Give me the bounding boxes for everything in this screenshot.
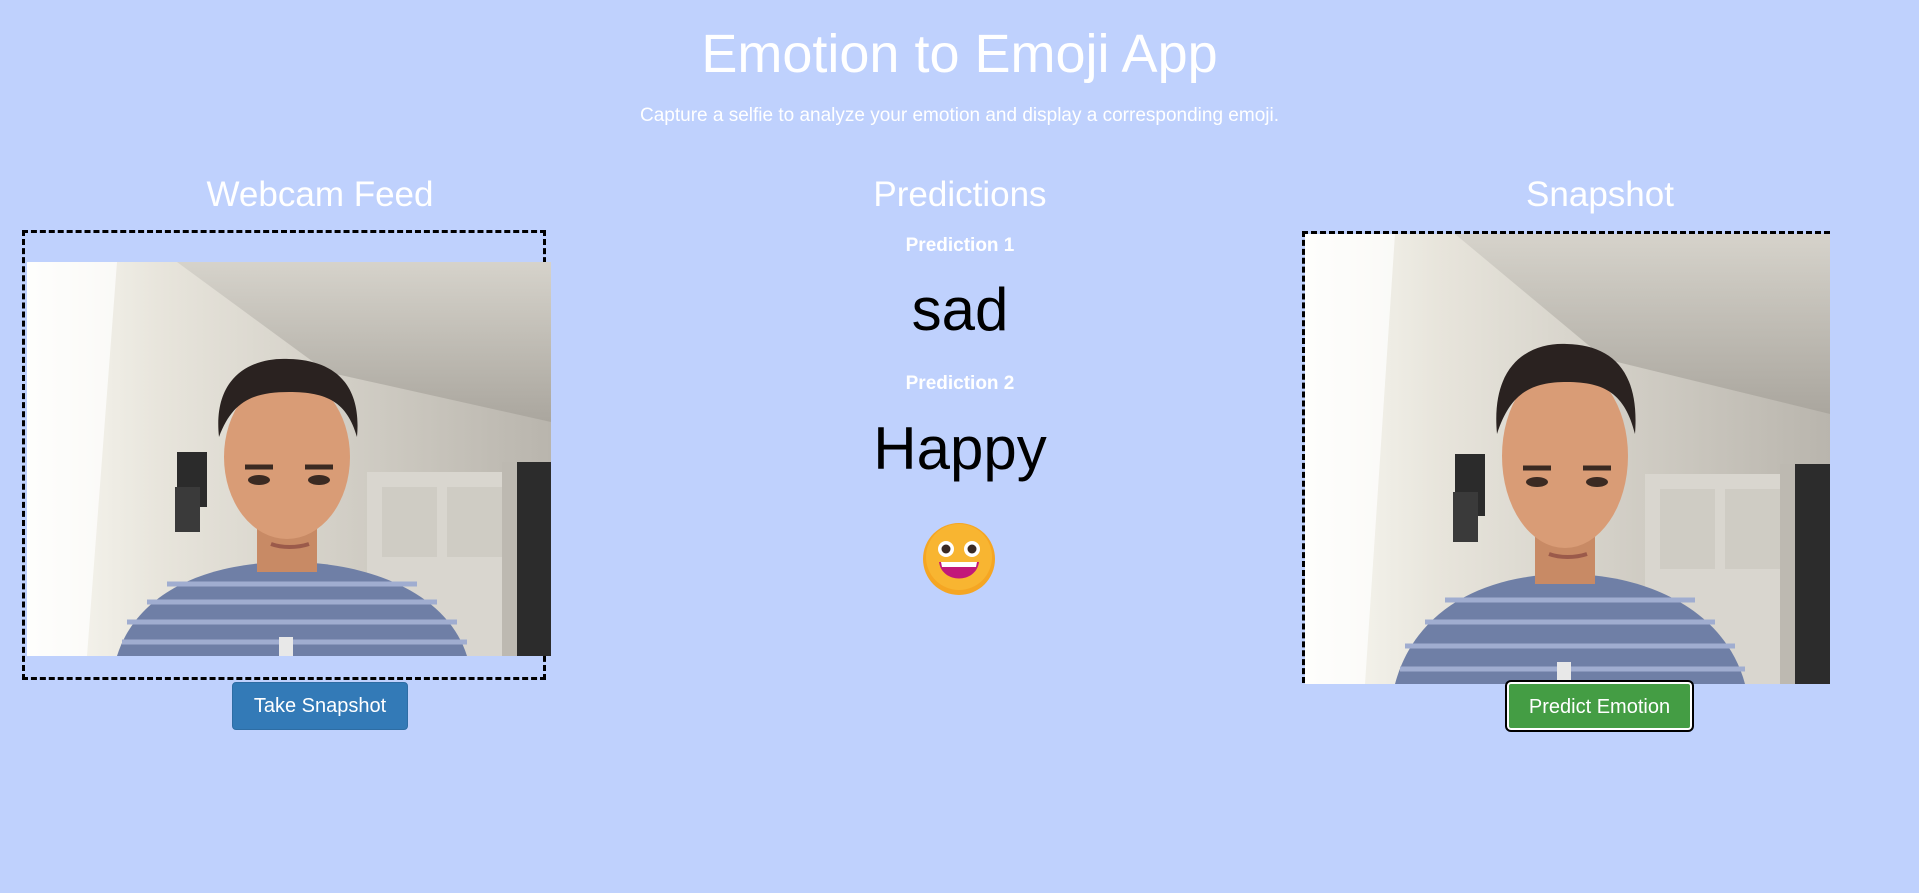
page-title: Emotion to Emoji App [701,24,1218,84]
page-subtitle: Capture a selfie to analyze your emotion… [640,105,1279,126]
snapshot-heading: Snapshot [1526,175,1674,214]
grinning-face-icon [922,522,996,596]
app-page: Emotion to Emoji App Capture a selfie to… [0,0,1919,893]
predict-emotion-button[interactable]: Predict Emotion [1507,682,1692,730]
webcam-heading: Webcam Feed [206,175,434,214]
prediction-2-label: Prediction 2 [905,373,1015,394]
prediction-2-value: Happy [873,415,1047,482]
take-snapshot-button[interactable]: Take Snapshot [232,682,408,730]
webcam-video [27,262,551,656]
prediction-1-value: sad [911,276,1009,343]
prediction-1-label: Prediction 1 [905,235,1015,256]
predictions-heading: Predictions [873,175,1047,214]
snapshot-image [1305,234,1830,684]
